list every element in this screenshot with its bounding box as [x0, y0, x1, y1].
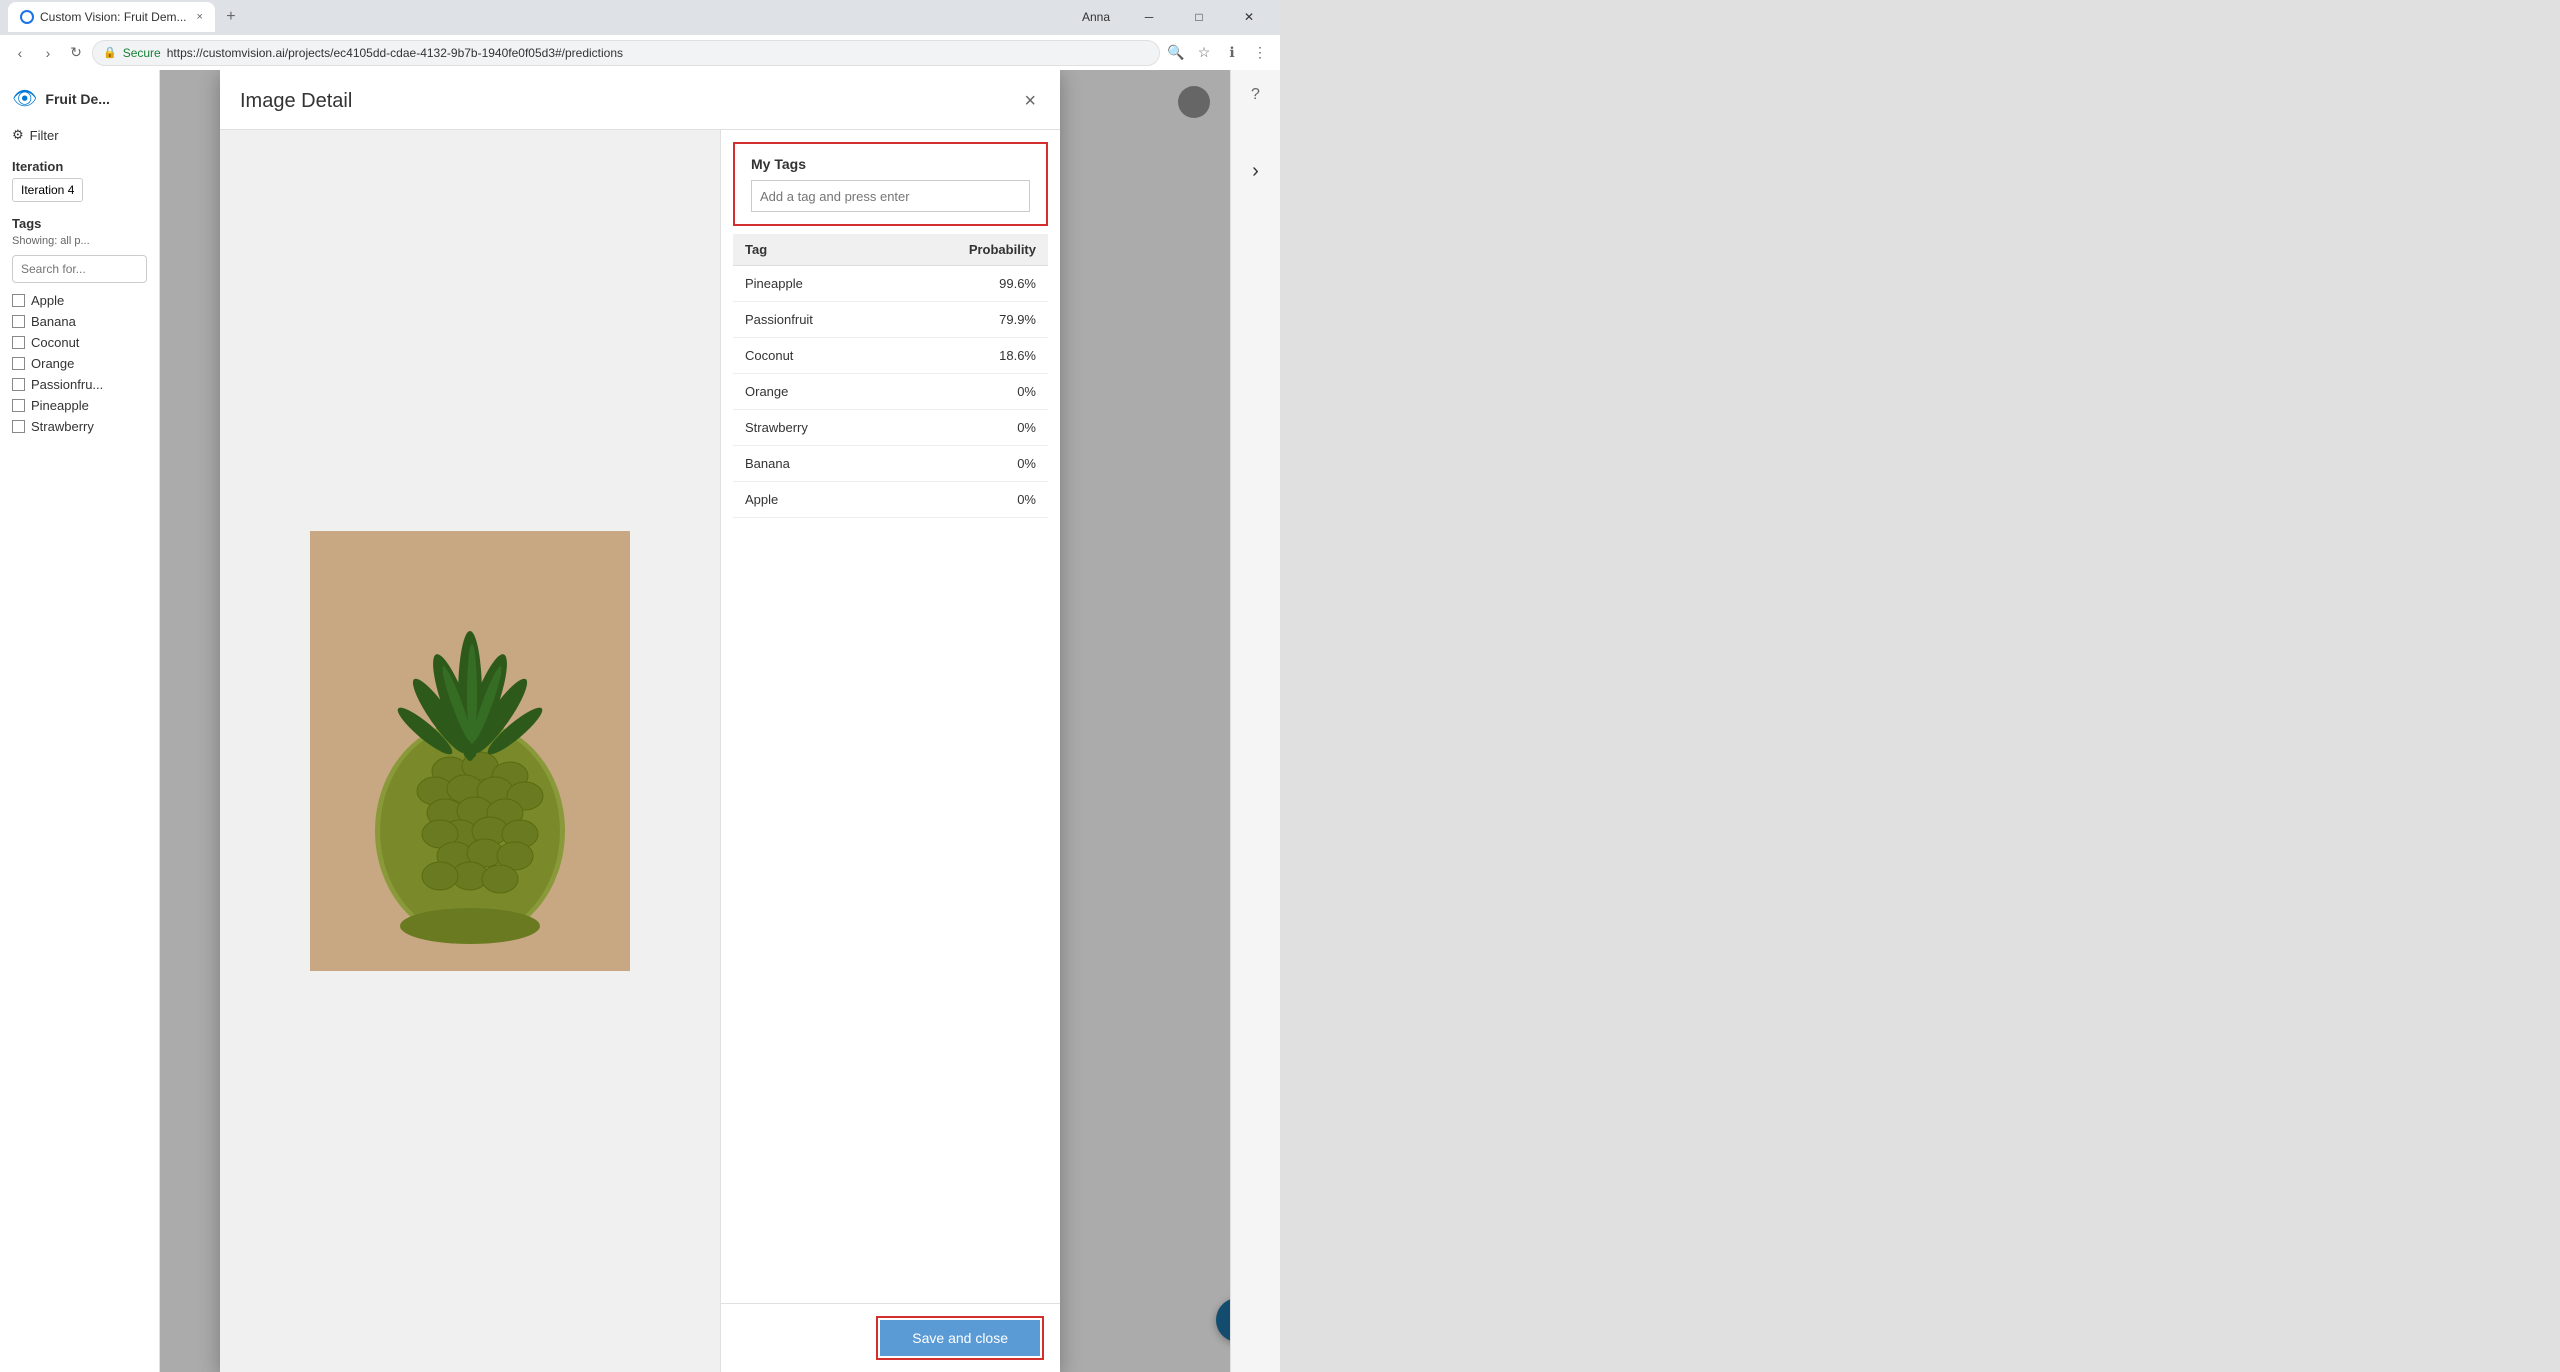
my-tags-section: My Tags — [733, 142, 1048, 226]
pred-prob-orange: 0% — [891, 374, 1048, 410]
search-btn[interactable]: 🔍 — [1164, 41, 1188, 65]
filter-btn[interactable]: ⚙ Filter — [12, 127, 147, 143]
tag-checkbox-apple[interactable] — [12, 294, 25, 307]
table-row: Apple 0% — [733, 482, 1048, 518]
tag-item-passionfruit[interactable]: Passionfru... — [12, 377, 147, 392]
minimize-btn[interactable]: ─ — [1126, 0, 1172, 34]
menu-btn[interactable]: ⋮ — [1248, 41, 1272, 65]
table-row: Passionfruit 79.9% — [733, 302, 1048, 338]
tag-list: Apple Banana Coconut Orange Passionfru..… — [12, 293, 147, 434]
predictions-section: Tag Probability Pineapple 99.6% — [721, 234, 1060, 1303]
table-row: Orange 0% — [733, 374, 1048, 410]
logo-icon: 👁 — [12, 86, 37, 111]
table-row: Coconut 18.6% — [733, 338, 1048, 374]
active-tab[interactable]: Custom Vision: Fruit Dem... × — [8, 2, 215, 32]
tag-input[interactable] — [751, 180, 1030, 212]
pred-prob-coconut: 18.6% — [891, 338, 1048, 374]
filter-icon: ⚙ — [12, 127, 24, 143]
pred-tag-banana: Banana — [733, 446, 891, 482]
tab-title: Custom Vision: Fruit Dem... — [40, 10, 186, 24]
pred-prob-passionfruit: 79.9% — [891, 302, 1048, 338]
pred-tag-pineapple: Pineapple — [733, 266, 891, 302]
pred-tag-apple: Apple — [733, 482, 891, 518]
tags-label: Tags — [12, 216, 147, 231]
new-tab-btn[interactable]: + — [219, 5, 243, 29]
window-close-btn[interactable]: ✕ — [1226, 0, 1272, 34]
tag-search-input[interactable] — [12, 255, 147, 283]
right-edge-arrow[interactable]: › — [1252, 160, 1259, 183]
user-name-label: Anna — [1074, 10, 1118, 24]
tab-close-btn[interactable]: × — [196, 11, 202, 23]
tag-item-coconut[interactable]: Coconut — [12, 335, 147, 350]
pred-tag-coconut: Coconut — [733, 338, 891, 374]
iteration-label: Iteration — [12, 159, 147, 174]
tag-checkbox-orange[interactable] — [12, 357, 25, 370]
url-text: https://customvision.ai/projects/ec4105d… — [167, 46, 623, 60]
secure-icon: 🔒 — [103, 46, 117, 59]
table-row: Pineapple 99.6% — [733, 266, 1048, 302]
forward-btn[interactable]: › — [36, 41, 60, 65]
table-row: Banana 0% — [733, 446, 1048, 482]
app-name: Fruit De... — [45, 91, 110, 107]
tag-item-banana[interactable]: Banana — [12, 314, 147, 329]
right-panel: My Tags Tag Probability — [720, 130, 1060, 1372]
tag-label-orange: Orange — [31, 356, 74, 371]
right-edge-panel: ? › — [1230, 70, 1280, 1372]
user-avatar[interactable] — [1178, 86, 1210, 118]
col-header-tag: Tag — [733, 234, 891, 266]
pred-prob-apple: 0% — [891, 482, 1048, 518]
tab-favicon — [20, 10, 34, 24]
table-row: Strawberry 0% — [733, 410, 1048, 446]
tag-label-banana: Banana — [31, 314, 76, 329]
tag-item-pineapple[interactable]: Pineapple — [12, 398, 147, 413]
modal-header: Image Detail × — [220, 70, 1060, 130]
tag-checkbox-banana[interactable] — [12, 315, 25, 328]
pred-prob-pineapple: 99.6% — [891, 266, 1048, 302]
tag-label-strawberry: Strawberry — [31, 419, 94, 434]
tag-checkbox-passionfruit[interactable] — [12, 378, 25, 391]
modal-close-btn[interactable]: × — [1020, 86, 1040, 117]
predictions-table: Tag Probability Pineapple 99.6% — [733, 234, 1048, 518]
secure-label: Secure — [123, 46, 161, 60]
save-btn-wrapper: Save and close — [876, 1316, 1044, 1360]
image-panel — [220, 130, 720, 1372]
pred-prob-strawberry: 0% — [891, 410, 1048, 446]
refresh-btn[interactable]: ↻ — [64, 41, 88, 65]
modal-overlay: Image Detail × — [160, 70, 1280, 1372]
modal-body: My Tags Tag Probability — [220, 130, 1060, 1372]
maximize-btn[interactable]: □ — [1176, 0, 1222, 34]
tag-item-orange[interactable]: Orange — [12, 356, 147, 371]
tag-label-apple: Apple — [31, 293, 64, 308]
my-tags-label: My Tags — [751, 156, 1030, 172]
iteration-selector[interactable]: Iteration 4 — [12, 178, 83, 202]
bookmark-btn[interactable]: ☆ — [1192, 41, 1216, 65]
image-detail-modal: Image Detail × — [220, 70, 1060, 1372]
main-panel: Image Detail × — [160, 70, 1280, 1372]
predictions-scroll[interactable]: Tag Probability Pineapple 99.6% — [733, 234, 1048, 1303]
pred-tag-strawberry: Strawberry — [733, 410, 891, 446]
pred-tag-orange: Orange — [733, 374, 891, 410]
pred-prob-banana: 0% — [891, 446, 1048, 482]
filter-label: Filter — [30, 128, 59, 143]
pred-tag-passionfruit: Passionfruit — [733, 302, 891, 338]
tag-checkbox-pineapple[interactable] — [12, 399, 25, 412]
showing-label: Showing: all p... — [12, 235, 147, 247]
sidebar-logo: 👁 Fruit De... — [12, 86, 147, 111]
back-btn[interactable]: ‹ — [8, 41, 32, 65]
tag-label-passionfruit: Passionfru... — [31, 377, 103, 392]
save-close-button[interactable]: Save and close — [880, 1320, 1040, 1356]
tag-label-coconut: Coconut — [31, 335, 79, 350]
modal-title: Image Detail — [240, 90, 352, 113]
tag-checkbox-strawberry[interactable] — [12, 420, 25, 433]
sidebar: 👁 Fruit De... ⚙ Filter Iteration Iterati… — [0, 70, 160, 1372]
tag-item-strawberry[interactable]: Strawberry — [12, 419, 147, 434]
tag-item-apple[interactable]: Apple — [12, 293, 147, 308]
info-btn[interactable]: ℹ — [1220, 41, 1244, 65]
tag-label-pineapple: Pineapple — [31, 398, 89, 413]
url-bar[interactable]: 🔒 Secure https://customvision.ai/project… — [92, 40, 1160, 66]
tag-checkbox-coconut[interactable] — [12, 336, 25, 349]
col-header-prob: Probability — [891, 234, 1048, 266]
pineapple-image — [310, 531, 630, 971]
right-edge-question: ? — [1251, 86, 1260, 104]
